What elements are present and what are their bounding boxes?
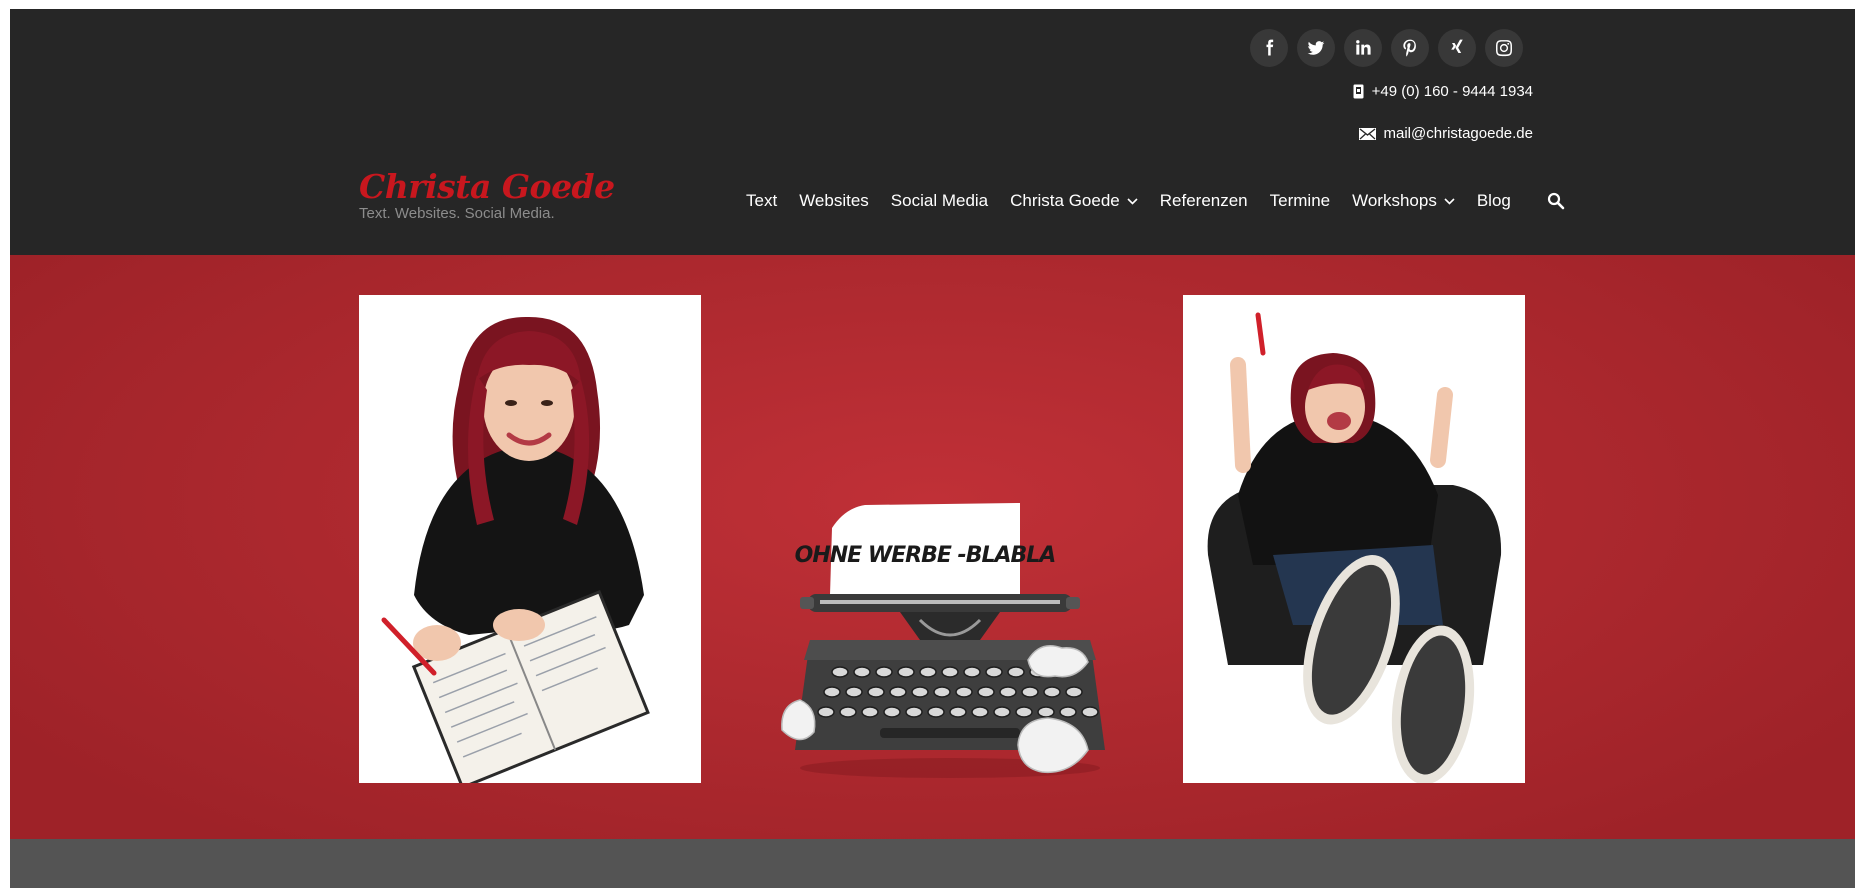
- hero-section: OHNE WERBE -BLABLA: [10, 255, 1855, 839]
- search-icon[interactable]: [1547, 192, 1565, 210]
- site-header: +49 (0) 160 - 9444 1934 mail@christagoed…: [10, 9, 1855, 255]
- nav-item-websites[interactable]: Websites: [799, 191, 869, 211]
- xing-link[interactable]: [1438, 29, 1476, 67]
- phone-number: +49 (0) 160 - 9444 1934: [1371, 83, 1533, 100]
- portrait-chair-image: [1183, 295, 1525, 783]
- site-logo[interactable]: Christa Goede Text. Websites. Social Med…: [359, 169, 615, 223]
- xing-icon: [1451, 39, 1463, 53]
- email-address: mail@christagoede.de: [1383, 125, 1533, 142]
- instagram-link[interactable]: [1485, 29, 1523, 67]
- nav-item-referenzen[interactable]: Referenzen: [1160, 191, 1248, 211]
- nav-item-label: Websites: [799, 191, 869, 210]
- content-band: [10, 839, 1855, 888]
- nav-item-workshops[interactable]: Workshops: [1352, 191, 1455, 211]
- nav-item-blog[interactable]: Blog: [1477, 191, 1511, 211]
- instagram-icon: [1496, 40, 1512, 57]
- chevron-down-icon: [1127, 197, 1138, 205]
- nav-item-label: Termine: [1269, 191, 1331, 210]
- nav-item-label: Workshops: [1352, 191, 1437, 210]
- nav-item-label: Referenzen: [1159, 191, 1248, 210]
- nav-item-label: Social Media: [890, 191, 989, 210]
- nav-item-social-media[interactable]: Social Media: [891, 191, 988, 211]
- portrait-writing-image: [359, 295, 701, 783]
- phone-contact[interactable]: +49 (0) 160 - 9444 1934: [1353, 83, 1533, 100]
- typewriter-illustration: OHNE WERBE -BLABLA: [770, 500, 1125, 785]
- main-navigation: Text Websites Social Media Christa Goede…: [746, 191, 1565, 211]
- typewriter-paper-text: OHNE WERBE -BLABLA: [795, 543, 1056, 568]
- logo-title: Christa Goede: [359, 167, 615, 206]
- facebook-icon: [1266, 39, 1274, 56]
- pinterest-icon: [1403, 39, 1416, 57]
- nav-item-label: Blog: [1476, 191, 1511, 210]
- page: +49 (0) 160 - 9444 1934 mail@christagoed…: [10, 9, 1855, 888]
- nav-item-text[interactable]: Text: [746, 191, 777, 211]
- chevron-down-icon: [1444, 197, 1455, 205]
- email-contact[interactable]: mail@christagoede.de: [1358, 125, 1533, 142]
- facebook-link[interactable]: [1250, 29, 1288, 67]
- logo-tagline: Text. Websites. Social Media.: [359, 205, 555, 222]
- pinterest-link[interactable]: [1391, 29, 1429, 67]
- linkedin-icon: [1356, 40, 1371, 55]
- nav-item-label: Text: [746, 191, 778, 210]
- nav-item-christa-goede[interactable]: Christa Goede: [1010, 191, 1138, 211]
- twitter-icon: [1307, 41, 1325, 55]
- phone-icon: [1353, 84, 1364, 99]
- linkedin-link[interactable]: [1344, 29, 1382, 67]
- mail-icon: [1358, 127, 1376, 140]
- twitter-link[interactable]: [1297, 29, 1335, 67]
- nav-item-termine[interactable]: Termine: [1270, 191, 1330, 211]
- social-links: [1250, 29, 1523, 67]
- nav-item-label: Christa Goede: [1010, 191, 1120, 210]
